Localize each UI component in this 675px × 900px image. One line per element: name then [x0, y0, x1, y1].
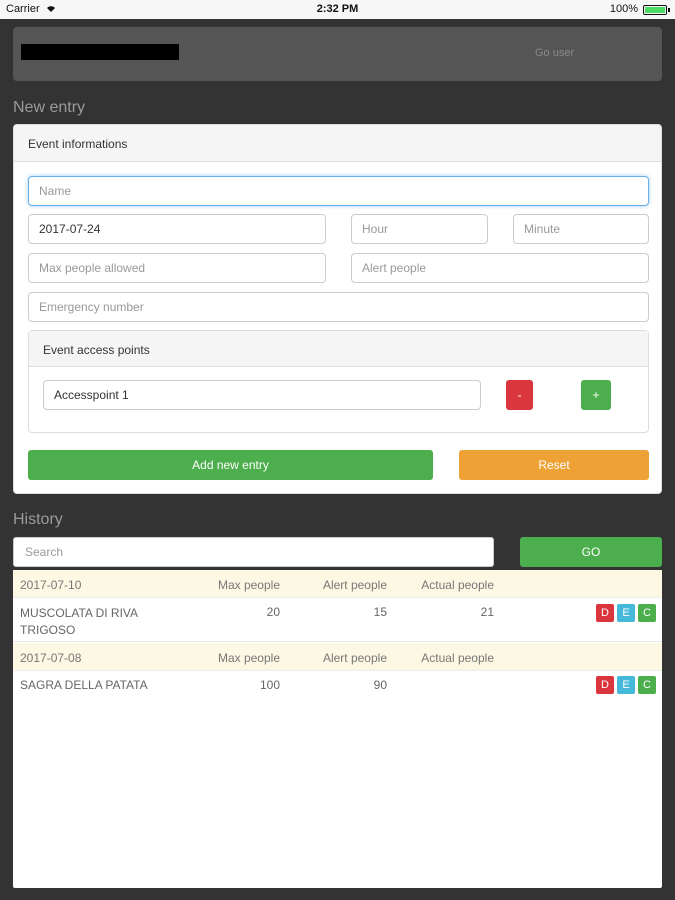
status-bar: Carrier 2:32 PM 100%: [0, 0, 675, 19]
entry-actual: 21: [480, 605, 494, 619]
table-row-header: 2017-07-10 Max people Alert people Actua…: [13, 570, 662, 598]
entry-alert: 90: [373, 678, 387, 692]
entry-max: 100: [259, 678, 280, 692]
table-row[interactable]: SAGRA DELLA PATATA 100 90 D E C: [13, 671, 662, 699]
battery-icon: [643, 5, 670, 15]
accesspoint-input[interactable]: [43, 380, 481, 410]
event-form-panel: Event informations Event access points -…: [13, 124, 662, 494]
history-table: 2017-07-10 Max people Alert people Actua…: [13, 570, 662, 888]
clock: 2:32 PM: [316, 3, 359, 15]
entry-date: 2017-07-08: [20, 651, 82, 665]
max-people-input[interactable]: [28, 253, 326, 283]
history-search-input[interactable]: [13, 537, 494, 567]
table-row[interactable]: MUSCOLATA DI RIVA TRIGOSO 20 15 21 D E C: [13, 598, 662, 642]
delete-button[interactable]: D: [596, 604, 614, 622]
name-input[interactable]: [28, 176, 649, 206]
col-alert-people: Alert people: [322, 578, 387, 592]
entry-name: SAGRA DELLA PATATA: [20, 678, 148, 692]
navbar: Go user: [13, 27, 662, 81]
history-title: History: [13, 511, 63, 528]
col-alert-people: Alert people: [322, 651, 387, 665]
table-row-header: 2017-07-08 Max people Alert people Actua…: [13, 643, 662, 671]
go-user-link[interactable]: Go user: [535, 47, 574, 59]
date-input[interactable]: [28, 214, 326, 244]
remove-accesspoint-button[interactable]: -: [506, 380, 533, 410]
entry-name: MUSCOLATA DI RIVA TRIGOSO: [20, 606, 138, 637]
emergency-number-input[interactable]: [28, 292, 649, 322]
col-actual-people: Actual people: [421, 578, 494, 592]
entry-max: 20: [266, 605, 280, 619]
add-new-entry-button[interactable]: Add new entry: [28, 450, 433, 480]
c-button[interactable]: C: [638, 604, 656, 622]
access-points-heading: Event access points: [29, 331, 648, 367]
add-accesspoint-button[interactable]: +: [581, 380, 611, 410]
minute-input[interactable]: [513, 214, 649, 244]
edit-button[interactable]: E: [617, 676, 635, 694]
reset-button[interactable]: Reset: [459, 450, 649, 480]
col-max-people: Max people: [217, 651, 280, 665]
c-button[interactable]: C: [638, 676, 656, 694]
edit-button[interactable]: E: [617, 604, 635, 622]
hour-input[interactable]: [351, 214, 488, 244]
access-points-panel: Event access points - +: [28, 330, 649, 433]
new-entry-title: New entry: [13, 99, 86, 116]
alert-people-input[interactable]: [351, 253, 649, 283]
col-actual-people: Actual people: [421, 651, 494, 665]
entry-alert: 15: [373, 605, 387, 619]
col-max-people: Max people: [217, 578, 280, 592]
go-button[interactable]: GO: [520, 537, 662, 567]
delete-button[interactable]: D: [596, 676, 614, 694]
brand-title: [21, 44, 179, 60]
entry-date: 2017-07-10: [20, 578, 82, 592]
battery-percent: 100%: [609, 3, 638, 15]
panel-heading: Event informations: [14, 125, 661, 162]
